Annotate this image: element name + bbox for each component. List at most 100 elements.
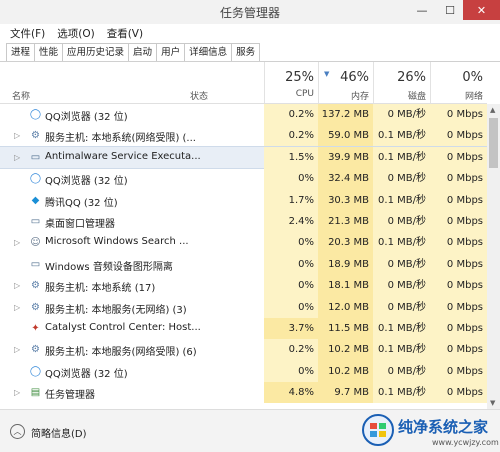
search-user-icon: ☺ (30, 237, 41, 249)
minimize-button[interactable]: — (408, 0, 436, 20)
close-button[interactable]: ✕ (463, 0, 500, 20)
process-name: QQ浏览器 (32 位) (45, 112, 128, 123)
process-row[interactable]: ▷ ☺ Microsoft Windows Search ... 0% 20.3 MB 0… (0, 232, 487, 254)
brand-url: www.ycwjzy.com (432, 438, 499, 447)
network-cell: 0 Mbps (430, 296, 487, 318)
menu-options[interactable]: 选项(O) (57, 26, 94, 41)
expand-arrow-icon[interactable]: ▷ (14, 345, 20, 354)
disk-cell: 0 MB/秒 (373, 360, 430, 383)
disk-cell: 0 MB/秒 (373, 296, 430, 318)
memory-cell: 20.3 MB (318, 232, 373, 254)
process-name: 桌面窗口管理器 (45, 218, 115, 230)
cpu-total-percent: 25% (285, 70, 314, 85)
process-row[interactable]: ▷ ⚙ 服务主机: 本地系统(网络受限) (... 0.2% 59.0 MB 0.1 MB… (0, 125, 487, 147)
cpu-cell: 0.2% (264, 125, 318, 147)
task-manager-icon: ▤ (30, 387, 41, 399)
memory-cell: 9.7 MB (318, 382, 373, 404)
cpu-cell: 0.2% (264, 339, 318, 361)
process-name: Windows 音频设备图形隔离 (45, 261, 173, 273)
fewer-details-link[interactable]: 简略信息(D) (31, 425, 87, 440)
process-row[interactable]: ▷ ⚙ 服务主机: 本地服务(网络受限) (6) 0.2% 10.2 MB 0.1 MB/… (0, 339, 487, 361)
process-row[interactable]: ▷ ▤ 任务管理器 4.8% 9.7 MB 0.1 MB/秒 0 Mbps (0, 382, 487, 404)
network-cell: 0 Mbps (430, 382, 487, 404)
cpu-cell: 0% (264, 296, 318, 318)
scroll-down-icon[interactable]: ▼ (490, 399, 495, 407)
qq-icon: ◆ (31, 194, 40, 206)
tab-users[interactable]: 用户 (156, 43, 186, 61)
title-bar: 任务管理器 — ☐ ✕ (0, 0, 500, 24)
expand-arrow-icon[interactable]: ▷ (14, 153, 20, 162)
network-cell: 0 Mbps (430, 189, 487, 211)
memory-cell: 10.2 MB (318, 339, 373, 361)
maximize-button[interactable]: ☐ (437, 0, 463, 20)
tab-app-history[interactable]: 应用历史记录 (62, 43, 130, 61)
catalyst-icon: ✦ (31, 322, 40, 334)
brand-logo-icon (362, 414, 394, 446)
network-cell: 0 Mbps (430, 104, 487, 126)
chevron-up-icon[interactable]: ︿ (10, 424, 25, 439)
menu-view[interactable]: 查看(V) (107, 26, 143, 41)
menu-bar: 文件(F) 选项(O) 查看(V) (0, 24, 500, 42)
process-name: 任务管理器 (45, 390, 95, 402)
network-cell: 0 Mbps (430, 339, 487, 361)
disk-cell: 0 MB/秒 (373, 210, 430, 233)
memory-cell: 39.9 MB (318, 146, 373, 169)
network-cell: 0 Mbps (430, 125, 487, 147)
process-name: 腾讯QQ (32 位) (45, 197, 118, 209)
qq-browser-icon: ◯ (29, 365, 42, 377)
cpu-cell: 0.2% (264, 104, 318, 126)
process-row[interactable]: ◯ QQ浏览器 (32 位) 0% 10.2 MB 0 MB/秒 0 Mbps (0, 360, 487, 383)
tab-startup[interactable]: 启动 (128, 43, 158, 61)
tab-details[interactable]: 详细信息 (184, 43, 233, 61)
menu-file[interactable]: 文件(F) (10, 26, 45, 41)
process-name: 服务主机: 本地服务(网络受限) (6) (45, 347, 197, 359)
expand-arrow-icon[interactable]: ▷ (14, 238, 20, 247)
window-icon: ▭ (30, 215, 41, 227)
process-row[interactable]: ▭ 桌面窗口管理器 2.4% 21.3 MB 0 MB/秒 0 Mbps (0, 210, 487, 233)
disk-cell: 0 MB/秒 (373, 275, 430, 297)
window-icon: ▭ (30, 151, 41, 163)
process-row[interactable]: ◯ QQ浏览器 (32 位) 0% 32.4 MB 0 MB/秒 0 Mbps (0, 168, 487, 190)
expand-arrow-icon[interactable]: ▷ (14, 303, 20, 312)
memory-total-percent: 46% (340, 70, 369, 85)
memory-cell: 18.9 MB (318, 253, 373, 276)
column-header-cpu[interactable]: CPU (290, 89, 314, 99)
memory-cell: 18.1 MB (318, 275, 373, 297)
disk-cell: 0.1 MB/秒 (373, 189, 430, 211)
gear-icon: ⚙ (31, 130, 40, 142)
network-cell: 0 Mbps (430, 360, 487, 383)
column-header-status[interactable]: 状态 (190, 89, 208, 102)
column-header-network[interactable]: 网络 (459, 89, 483, 102)
process-row[interactable]: ▷ ▭ Antimalware Service Executa... 1.5% 39.9… (0, 145, 488, 170)
cpu-cell: 0% (264, 232, 318, 254)
expand-arrow-icon[interactable]: ▷ (14, 388, 20, 397)
scrollbar-thumb[interactable] (489, 118, 498, 168)
network-cell: 0 Mbps (430, 317, 487, 340)
process-row[interactable]: ◆ 腾讯QQ (32 位) 1.7% 30.3 MB 0.1 MB/秒 0 Mbps (0, 189, 487, 211)
process-name: Catalyst Control Center: Host... (45, 321, 201, 333)
expand-arrow-icon[interactable]: ▷ (14, 131, 20, 140)
column-header-disk[interactable]: 磁盘 (402, 89, 426, 102)
process-row[interactable]: ◯ QQ浏览器 (32 位) 0.2% 137.2 MB 0 MB/秒 0 Mbps (0, 104, 487, 126)
process-name: 服务主机: 本地系统 (17) (45, 283, 156, 295)
cpu-cell: 4.8% (264, 382, 318, 404)
site-watermark: 纯净系统之家 www.ycwjzy.com (358, 410, 500, 451)
process-row[interactable]: ▭ Windows 音频设备图形隔离 0% 18.9 MB 0 MB/秒 0 Mbps (0, 253, 487, 276)
vertical-scrollbar[interactable]: ▲ ▼ (487, 104, 500, 409)
tab-performance[interactable]: 性能 (34, 43, 64, 61)
gear-icon: ⚙ (31, 280, 40, 292)
qq-browser-icon: ◯ (29, 173, 42, 185)
tab-processes[interactable]: 进程 (6, 43, 36, 61)
process-row[interactable]: ▷ ⚙ 服务主机: 本地服务(无网络) (3) 0% 12.0 MB 0 MB/秒 0 Mb… (0, 296, 487, 318)
expand-arrow-icon[interactable]: ▷ (14, 281, 20, 290)
network-total-percent: 0% (462, 70, 483, 85)
process-row[interactable]: ✦ Catalyst Control Center: Host... 3.7% 11.… (0, 317, 487, 340)
column-header-name[interactable]: 名称 (12, 89, 30, 102)
column-header-memory[interactable]: 内存 (345, 89, 369, 102)
tab-services[interactable]: 服务 (231, 43, 261, 61)
process-row[interactable]: ▷ ⚙ 服务主机: 本地系统 (17) 0% 18.1 MB 0 MB/秒 0 Mbps (0, 275, 487, 297)
cpu-cell: 1.5% (264, 146, 318, 169)
window-icon: ▭ (30, 258, 41, 270)
memory-cell: 21.3 MB (318, 210, 373, 233)
scroll-up-icon[interactable]: ▲ (490, 106, 495, 114)
